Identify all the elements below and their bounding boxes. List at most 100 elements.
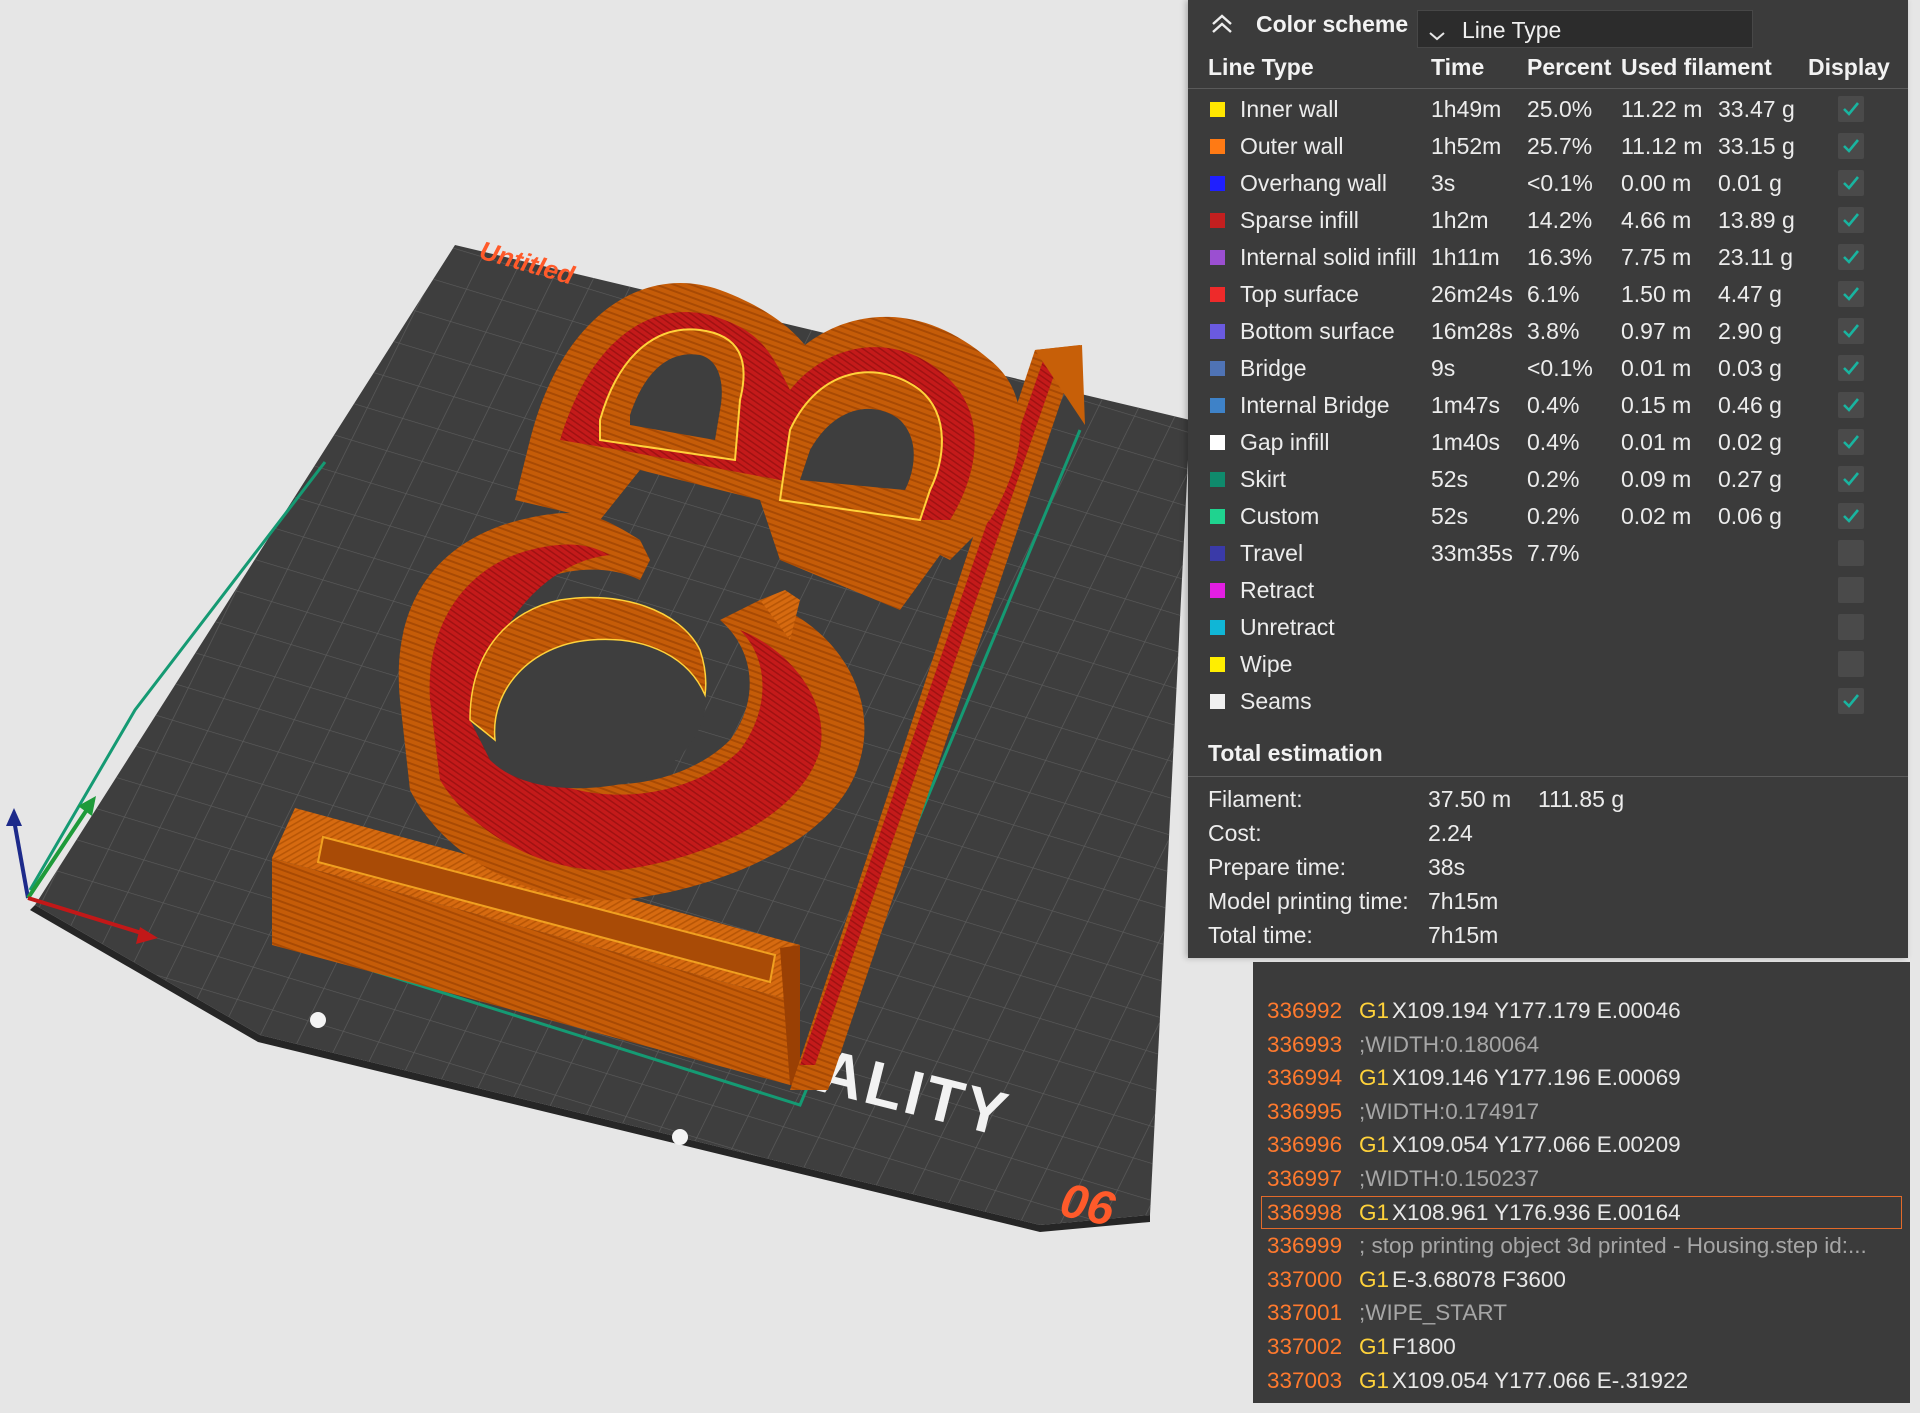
legend-row[interactable]: Overhang wall 3s <0.1% 0.00 m 0.01 g bbox=[1188, 164, 1908, 201]
line-type-weight: 0.27 g bbox=[1718, 466, 1782, 492]
legend-row[interactable]: Internal Bridge 1m47s 0.4% 0.15 m 0.46 g bbox=[1188, 386, 1908, 423]
line-type-length: 0.00 m bbox=[1621, 170, 1692, 196]
display-checkbox[interactable] bbox=[1838, 207, 1864, 233]
display-checkbox[interactable] bbox=[1838, 466, 1864, 492]
color-swatch bbox=[1210, 620, 1225, 635]
gcode-line-selected[interactable]: 336998 G1 X108.961 Y176.936 E.00164 bbox=[1261, 1195, 1902, 1229]
color-swatch bbox=[1210, 250, 1225, 265]
line-type-name: Sparse infill bbox=[1240, 207, 1359, 233]
legend-panel: Color scheme Line Type Line Type Time Pe… bbox=[1188, 0, 1908, 958]
line-type-length: 0.01 m bbox=[1621, 355, 1692, 381]
gcode-line[interactable]: 336999 ; stop printing object 3d printed … bbox=[1253, 1229, 1910, 1262]
gcode-command: G1 bbox=[1359, 1065, 1390, 1091]
display-checkbox[interactable] bbox=[1838, 577, 1864, 603]
gcode-line[interactable]: 337001 ;WIPE_START bbox=[1253, 1296, 1910, 1329]
display-checkbox[interactable] bbox=[1838, 392, 1864, 418]
gcode-line[interactable]: 336996 G1 X109.054 Y177.066 E.00209 bbox=[1253, 1128, 1910, 1161]
gcode-line[interactable]: 337003 G1 X109.054 Y177.066 E-.31922 bbox=[1253, 1364, 1910, 1397]
display-checkbox[interactable] bbox=[1838, 96, 1864, 122]
display-checkbox[interactable] bbox=[1838, 244, 1864, 270]
line-type-time: 52s bbox=[1431, 503, 1469, 529]
line-type-name: Retract bbox=[1240, 577, 1315, 603]
line-type-percent: 0.4% bbox=[1527, 392, 1580, 418]
color-swatch bbox=[1210, 509, 1225, 524]
gcode-viewer[interactable]: 336992 G1 X109.194 Y177.179 E.00046 336993;… bbox=[1253, 962, 1910, 1403]
display-checkbox[interactable] bbox=[1838, 651, 1864, 677]
display-checkbox[interactable] bbox=[1838, 688, 1864, 714]
display-checkbox[interactable] bbox=[1838, 281, 1864, 307]
line-type-name: Internal Bridge bbox=[1240, 392, 1390, 418]
line-type-percent: 0.4% bbox=[1527, 429, 1580, 455]
gcode-line-number: 336997 bbox=[1267, 1166, 1343, 1191]
checkmark-icon bbox=[1843, 324, 1860, 338]
display-checkbox[interactable] bbox=[1838, 503, 1864, 529]
display-checkbox[interactable] bbox=[1838, 429, 1864, 455]
checkmark-icon bbox=[1843, 694, 1860, 708]
legend-row[interactable]: Travel 33m35s 7.7% bbox=[1188, 534, 1908, 571]
line-type-weight: 0.46 g bbox=[1718, 392, 1782, 418]
line-type-time: 52s bbox=[1431, 466, 1469, 492]
display-checkbox[interactable] bbox=[1838, 133, 1864, 159]
total-label: Cost: bbox=[1208, 820, 1262, 846]
line-type-name: Outer wall bbox=[1240, 133, 1344, 159]
color-swatch bbox=[1210, 213, 1225, 228]
display-checkbox[interactable] bbox=[1838, 170, 1864, 196]
legend-row[interactable]: Inner wall 1h49m 25.0% 11.22 m 33.47 g bbox=[1188, 90, 1908, 127]
line-type-length: 4.66 m bbox=[1621, 207, 1692, 233]
color-scheme-dropdown[interactable]: Line Type bbox=[1417, 10, 1753, 48]
color-swatch bbox=[1210, 176, 1225, 191]
line-type-length: 11.22 m bbox=[1621, 96, 1703, 122]
legend-row[interactable]: Wipe bbox=[1188, 645, 1908, 682]
display-checkbox[interactable] bbox=[1838, 318, 1864, 344]
line-type-name: Bottom surface bbox=[1240, 318, 1395, 344]
legend-row[interactable]: Bottom surface 16m28s 3.8% 0.97 m 2.90 g bbox=[1188, 312, 1908, 349]
total-value: 7h15m bbox=[1428, 888, 1499, 914]
line-type-percent: 0.2% bbox=[1527, 466, 1580, 492]
line-type-time: 1h2m bbox=[1431, 207, 1489, 233]
checkmark-icon bbox=[1843, 213, 1860, 227]
checkmark-icon bbox=[1843, 250, 1860, 264]
legend-row[interactable]: Gap infill 1m40s 0.4% 0.01 m 0.02 g bbox=[1188, 423, 1908, 460]
legend-row[interactable]: Sparse infill 1h2m 14.2% 4.66 m 13.89 g bbox=[1188, 201, 1908, 238]
gcode-line[interactable]: 337000 G1 E-3.68078 F3600 bbox=[1253, 1263, 1910, 1296]
column-display: Display bbox=[1808, 54, 1890, 80]
gcode-line[interactable]: 336993 ;WIDTH:0.180064 bbox=[1253, 1028, 1910, 1061]
gcode-comment: ;WIDTH:0.174917 bbox=[1359, 1098, 1540, 1124]
legend-row[interactable]: Unretract bbox=[1188, 608, 1908, 645]
color-swatch bbox=[1210, 472, 1225, 487]
legend-row[interactable]: Retract bbox=[1188, 571, 1908, 608]
line-type-time: 9s bbox=[1431, 355, 1456, 381]
line-type-length: 0.09 m bbox=[1621, 466, 1692, 492]
legend-row[interactable]: Top surface 26m24s 6.1% 1.50 m 4.47 g bbox=[1188, 275, 1908, 312]
gcode-command: G1 bbox=[1359, 998, 1390, 1023]
line-type-time: 1h52m bbox=[1431, 133, 1502, 159]
gcode-command: G1 bbox=[1359, 1367, 1390, 1393]
display-checkbox[interactable] bbox=[1838, 540, 1864, 566]
gcode-line[interactable]: 336997 ;WIDTH:0.150237 bbox=[1253, 1162, 1910, 1195]
gcode-arguments: F1800 bbox=[1392, 1334, 1456, 1359]
gcode-line[interactable]: 337002 G1 F1800 bbox=[1253, 1330, 1910, 1363]
gcode-arguments: E-3.68078 F3600 bbox=[1392, 1266, 1566, 1292]
legend-row[interactable]: Skirt 52s 0.2% 0.09 m 0.27 g bbox=[1188, 460, 1908, 497]
display-checkbox[interactable] bbox=[1838, 355, 1864, 381]
legend-row[interactable]: Outer wall 1h52m 25.7% 11.12 m 33.15 g bbox=[1188, 127, 1908, 164]
color-swatch bbox=[1210, 139, 1225, 154]
gcode-command: G1 bbox=[1359, 1199, 1390, 1225]
legend-row[interactable]: Bridge 9s <0.1% 0.01 m 0.03 g bbox=[1188, 349, 1908, 386]
gcode-line[interactable]: 336994 G1 X109.146 Y177.196 E.00069 bbox=[1253, 1061, 1910, 1094]
gcode-line[interactable]: 336992 G1 X109.194 Y177.179 E.00046 bbox=[1253, 994, 1910, 1027]
total-label: Prepare time: bbox=[1208, 854, 1347, 880]
color-swatch bbox=[1210, 324, 1225, 339]
line-type-length: 0.97 m bbox=[1621, 318, 1692, 344]
legend-row[interactable]: Seams bbox=[1188, 682, 1908, 719]
total-estimation-title: Total estimation bbox=[1208, 740, 1383, 766]
gcode-line-number: 336999 bbox=[1267, 1233, 1343, 1259]
collapse-chevron-icon[interactable] bbox=[1208, 10, 1236, 38]
legend-row[interactable]: Internal solid infill 1h11m 16.3% 7.75 m 23.… bbox=[1188, 238, 1908, 275]
legend-row[interactable]: Custom 52s 0.2% 0.02 m 0.06 g bbox=[1188, 497, 1908, 534]
line-type-name: Bridge bbox=[1240, 355, 1307, 381]
gcode-line-number: 336996 bbox=[1267, 1132, 1343, 1158]
color-swatch bbox=[1210, 361, 1225, 376]
gcode-line[interactable]: 336995 ;WIDTH:0.174917 bbox=[1253, 1095, 1910, 1128]
display-checkbox[interactable] bbox=[1838, 614, 1864, 640]
